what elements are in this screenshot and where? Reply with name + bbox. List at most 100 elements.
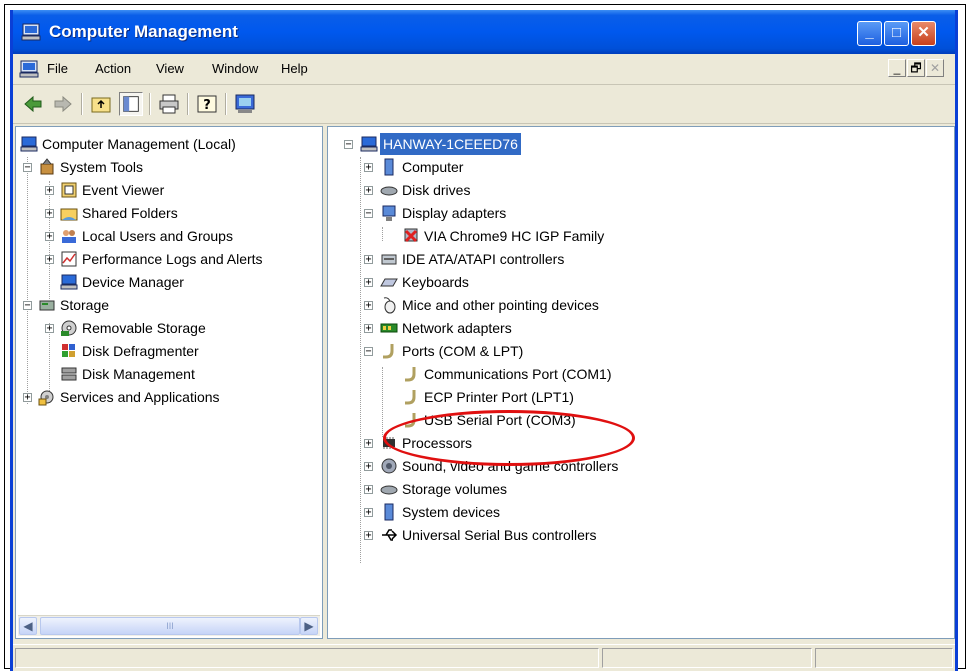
mouse-icon xyxy=(383,297,396,314)
console-tree-pane[interactable]: Computer Management (Local) − System Too… xyxy=(15,126,323,639)
tree-label: Local Users and Groups xyxy=(82,228,233,244)
computer-icon xyxy=(360,136,378,152)
expand-toggle[interactable]: + xyxy=(364,462,373,472)
services-icon xyxy=(38,390,54,406)
disk-management-icon xyxy=(61,367,77,381)
expand-toggle[interactable]: + xyxy=(45,255,54,265)
mdi-restore-button[interactable]: 🗗 xyxy=(907,59,925,77)
tree-label: Disk Management xyxy=(82,366,195,382)
tree-label: Processors xyxy=(402,435,473,451)
expand-toggle[interactable]: + xyxy=(364,531,373,541)
help-icon[interactable]: ? xyxy=(195,92,219,116)
sound-icon xyxy=(381,458,397,474)
toolbar: ? xyxy=(13,85,955,124)
status-cell-right xyxy=(815,648,953,668)
collapse-toggle[interactable]: − xyxy=(23,163,32,173)
ide-controller-icon xyxy=(381,254,397,265)
tree-label: System Tools xyxy=(60,159,143,175)
expand-toggle[interactable]: + xyxy=(45,324,54,334)
scroll-left-arrow-icon[interactable]: ◀ xyxy=(19,617,37,635)
expand-toggle[interactable]: + xyxy=(364,324,373,334)
menu-file[interactable]: File xyxy=(47,61,68,76)
expand-toggle[interactable]: + xyxy=(364,301,373,311)
expand-toggle[interactable]: + xyxy=(364,439,373,449)
display-adapter-warning-icon xyxy=(404,228,418,243)
expand-toggle[interactable]: + xyxy=(364,485,373,495)
port-icon xyxy=(405,390,416,405)
tree-label: Network adapters xyxy=(402,320,512,336)
expand-toggle[interactable]: + xyxy=(364,163,373,173)
back-arrow-icon[interactable] xyxy=(21,92,45,116)
expand-toggle[interactable]: + xyxy=(364,508,373,518)
tree-label: System devices xyxy=(402,504,501,520)
collapse-toggle[interactable]: − xyxy=(344,140,353,150)
scroll-thumb[interactable]: III xyxy=(40,617,300,635)
tree-label: Ports (COM & LPT) xyxy=(402,343,524,359)
device-manager-pane[interactable]: − HANWAY-1CEEED76 + Computer + Disk driv… xyxy=(327,126,955,639)
mdi-close-button[interactable]: ✕ xyxy=(926,59,944,77)
collapse-toggle[interactable]: − xyxy=(364,347,373,357)
users-icon xyxy=(62,230,76,243)
tree-label: Event Viewer xyxy=(82,182,165,198)
performance-icon xyxy=(61,251,77,267)
tree-label: Removable Storage xyxy=(82,320,206,336)
expand-toggle[interactable]: + xyxy=(45,186,54,196)
shared-folder-icon xyxy=(60,208,78,221)
tree-label: Display adapters xyxy=(402,205,507,221)
tree-label: Storage xyxy=(60,297,110,313)
toolbar-separator xyxy=(225,93,227,115)
tree-label: HANWAY-1CEEED76 xyxy=(380,133,521,155)
tree-label: Storage volumes xyxy=(402,481,508,497)
up-folder-icon[interactable] xyxy=(89,92,113,116)
keyboard-icon xyxy=(380,278,398,287)
removable-storage-icon xyxy=(61,320,77,336)
expand-toggle[interactable]: + xyxy=(364,278,373,288)
scroll-right-arrow-icon[interactable]: ▶ xyxy=(300,617,318,635)
horizontal-scrollbar[interactable]: ◀ III ▶ xyxy=(18,615,320,636)
computer-icon xyxy=(384,158,394,176)
mdi-minimize-button[interactable]: _ xyxy=(888,59,906,77)
menu-help[interactable]: Help xyxy=(281,61,308,76)
storage-volume-icon xyxy=(380,485,398,495)
display-adapter-icon xyxy=(382,205,396,221)
title-bar[interactable]: Computer Management _ □ ✕ xyxy=(13,10,955,54)
status-bar xyxy=(13,644,955,671)
computer-management-window: Computer Management _ □ ✕ File Action Vi… xyxy=(10,10,958,671)
svg-text:?: ? xyxy=(203,98,211,113)
event-viewer-icon xyxy=(61,182,77,198)
expand-toggle[interactable]: + xyxy=(45,232,54,242)
processor-icon xyxy=(383,437,395,449)
toolbar-separator xyxy=(187,93,189,115)
tree-label: Universal Serial Bus controllers xyxy=(402,527,597,543)
expand-toggle[interactable]: + xyxy=(364,186,373,196)
show-hide-tree-icon[interactable] xyxy=(119,92,143,116)
tree-label: Performance Logs and Alerts xyxy=(82,251,263,267)
expand-toggle[interactable]: + xyxy=(23,393,32,403)
tree-label: IDE ATA/ATAPI controllers xyxy=(402,251,565,267)
disk-drive-icon xyxy=(380,186,398,196)
menu-bar: File Action View Window Help _ 🗗 ✕ xyxy=(13,54,955,85)
print-icon[interactable] xyxy=(157,92,181,116)
menu-window[interactable]: Window xyxy=(212,61,258,76)
storage-icon xyxy=(39,300,55,311)
menu-view[interactable]: View xyxy=(156,61,184,76)
tree-label: Computer Management (Local) xyxy=(42,136,236,152)
document-computer-icon[interactable] xyxy=(19,59,39,79)
console-icon[interactable] xyxy=(233,92,257,116)
maximize-button[interactable]: □ xyxy=(884,21,909,46)
mdi-controls: _ 🗗 ✕ xyxy=(887,59,947,79)
forward-arrow-icon[interactable] xyxy=(51,92,75,116)
toolbar-separator xyxy=(81,93,83,115)
minimize-button[interactable]: _ xyxy=(857,21,882,46)
usb-icon xyxy=(382,529,398,541)
close-button[interactable]: ✕ xyxy=(911,21,936,46)
tree-line xyxy=(382,367,383,437)
tree-label: Disk drives xyxy=(402,182,471,198)
tools-icon xyxy=(40,158,54,175)
expand-toggle[interactable]: + xyxy=(45,209,54,219)
menu-action[interactable]: Action xyxy=(95,61,131,76)
collapse-toggle[interactable]: − xyxy=(364,209,373,219)
tree-label: ECP Printer Port (LPT1) xyxy=(424,389,574,405)
collapse-toggle[interactable]: − xyxy=(23,301,32,311)
expand-toggle[interactable]: + xyxy=(364,255,373,265)
